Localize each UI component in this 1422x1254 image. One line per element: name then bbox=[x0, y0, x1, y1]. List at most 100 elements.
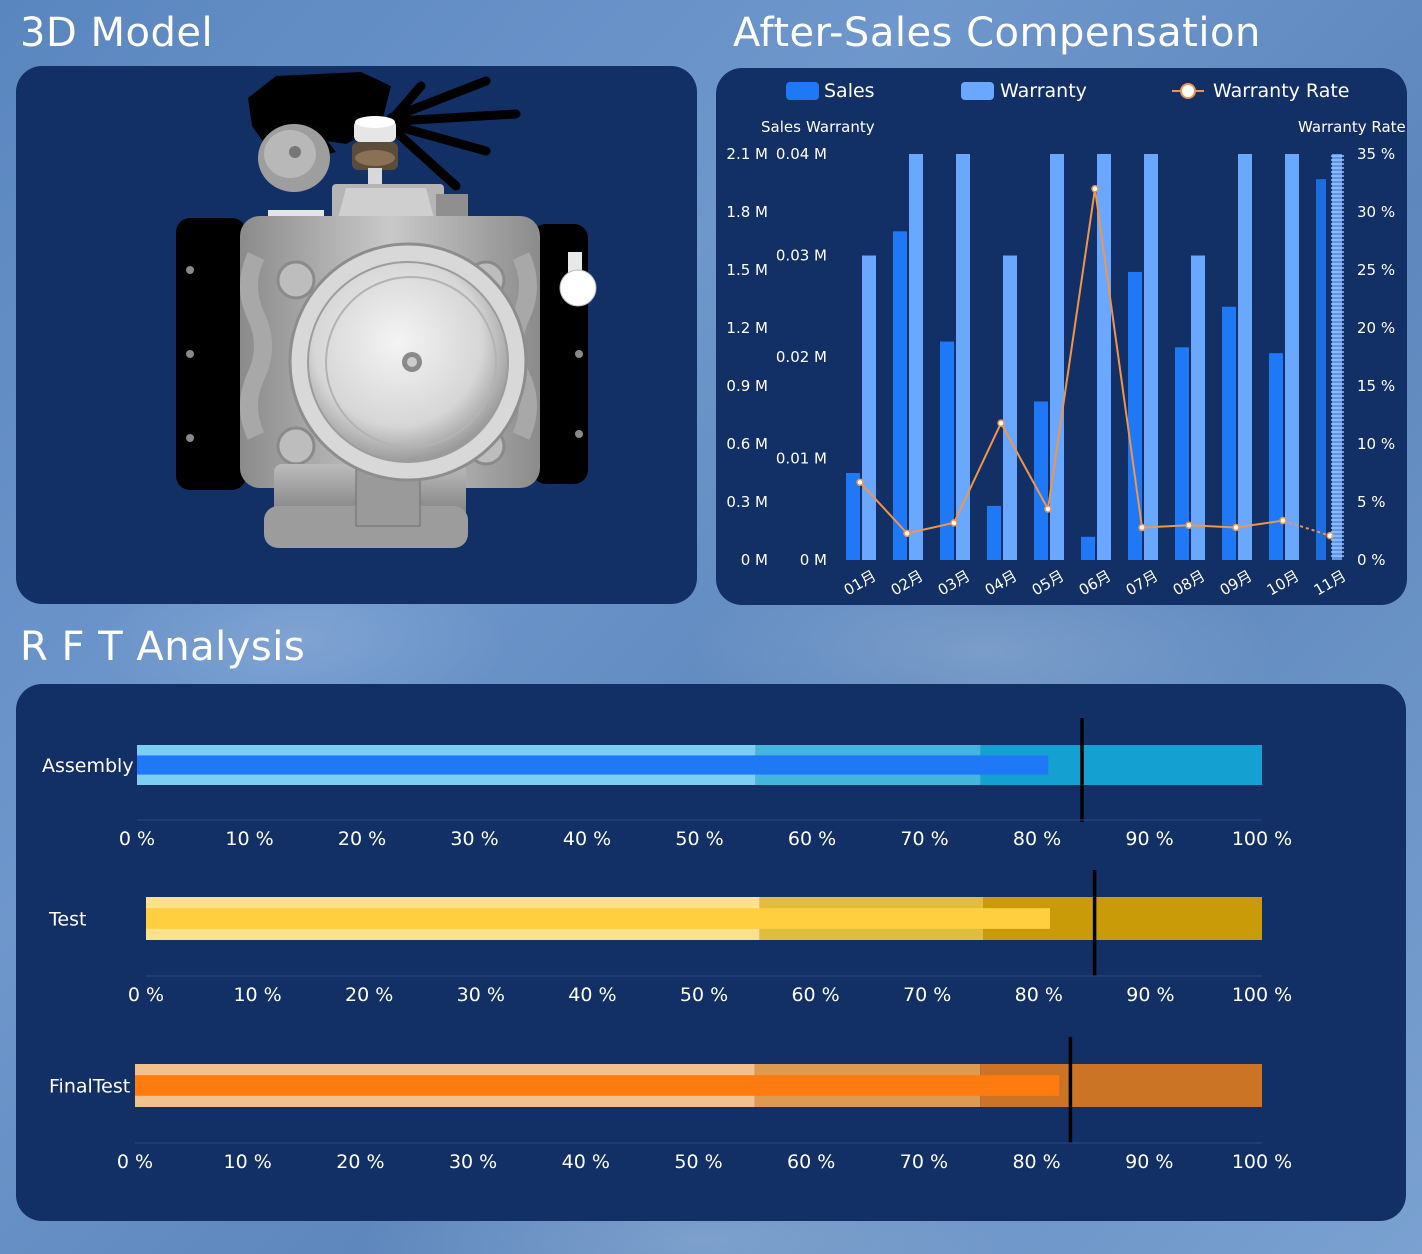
legend-item-rate[interactable]: Warranty Rate bbox=[1172, 80, 1350, 102]
x-axis-label: 04月 bbox=[982, 567, 1021, 600]
warranty-bar bbox=[1050, 154, 1064, 560]
bars bbox=[846, 154, 1342, 561]
rft-axis-tick: 80 % bbox=[1015, 984, 1063, 1006]
rate-point bbox=[1232, 523, 1240, 532]
rate-point bbox=[1138, 523, 1146, 532]
sales-bar bbox=[1269, 353, 1283, 560]
rft-bullet-chart: Assembly 0 % 10 % 20 % 30 % 40 % 50 % 60 % 70 % 8… bbox=[42, 718, 1292, 1173]
warranty-bar bbox=[1191, 255, 1205, 560]
rft-axis-tick: 10 % bbox=[233, 984, 281, 1006]
axis-title-warranty: Warranty bbox=[806, 118, 875, 136]
warranty-axis-tick: 0.03 M bbox=[776, 247, 827, 265]
model-panel[interactable] bbox=[16, 66, 697, 604]
rft-row-assembly[interactable]: Assembly 0 % 10 % 20 % 30 % 40 % 50 % 60 % 70 % 8… bbox=[42, 718, 1292, 850]
rft-axis-tick: 0 % bbox=[119, 828, 155, 850]
aftersales-chart: Sales Warranty Warranty Rate Sales Warra… bbox=[726, 80, 1405, 600]
rft-axis-tick: 90 % bbox=[1125, 828, 1173, 850]
x-axis-label: 06月 bbox=[1076, 567, 1115, 600]
warranty-bar bbox=[956, 154, 970, 560]
rate-line bbox=[856, 185, 1334, 540]
sales-bar bbox=[1222, 306, 1236, 560]
chart-scrollbar[interactable] bbox=[1331, 155, 1344, 557]
rft-axis-tick: 20 % bbox=[345, 984, 393, 1006]
warranty-axis-tick: 0.02 M bbox=[776, 348, 827, 366]
warranty-axis-tick: 0.01 M bbox=[776, 450, 827, 468]
rft-value-bar bbox=[137, 755, 1049, 775]
rft-axis-tick: 60 % bbox=[788, 828, 836, 850]
rate-axis-tick: 0 % bbox=[1357, 551, 1386, 569]
sales-axis-tick: 0 M bbox=[741, 551, 768, 569]
rate-point bbox=[856, 478, 864, 487]
legend-label-warranty: Warranty bbox=[1000, 80, 1087, 102]
rate-axis-tick: 20 % bbox=[1357, 319, 1395, 337]
rate-point bbox=[1044, 505, 1052, 513]
sales-axis-tick: 1.8 M bbox=[726, 203, 768, 221]
x-axis-label: 09月 bbox=[1217, 567, 1256, 600]
filter-cap bbox=[352, 116, 398, 188]
rft-axis-tick: 70 % bbox=[903, 984, 951, 1006]
rate-axis-tick: 25 % bbox=[1357, 261, 1395, 279]
rate-point bbox=[997, 419, 1005, 427]
warranty-axis-tick: 0.04 M bbox=[776, 145, 827, 163]
rate-polyline bbox=[859, 188, 1284, 535]
rft-row-finaltest[interactable]: FinalTest 0 % 10 % 20 % 30 % 40 % 50 % 60 % 70 %… bbox=[49, 1037, 1292, 1173]
legend: Sales Warranty Warranty Rate bbox=[786, 80, 1350, 102]
rate-point bbox=[1185, 521, 1193, 529]
sales-bar bbox=[1034, 401, 1048, 560]
rft-axis-tick: 60 % bbox=[791, 984, 839, 1006]
x-axis-label: 11月 bbox=[1311, 567, 1350, 600]
warranty-bar bbox=[1003, 255, 1017, 560]
rate-point bbox=[903, 529, 911, 538]
rft-axis-tick: 20 % bbox=[336, 1151, 384, 1173]
left-cover bbox=[176, 218, 246, 490]
air-tank bbox=[258, 124, 330, 192]
warranty-bar bbox=[1332, 154, 1342, 560]
rate-axis-tick: 5 % bbox=[1357, 493, 1386, 511]
rft-axis-tick: 30 % bbox=[457, 984, 505, 1006]
sales-axis-tick: 0.3 M bbox=[726, 493, 768, 511]
rft-axis-tick: 80 % bbox=[1012, 1151, 1060, 1173]
rate-axis-tick: 10 % bbox=[1357, 435, 1395, 453]
x-axis-label: 01月 bbox=[841, 567, 880, 600]
x-axis-label: 05月 bbox=[1029, 567, 1068, 600]
rft-axis-tick: 70 % bbox=[900, 828, 948, 850]
engine-3d-model[interactable] bbox=[16, 66, 697, 604]
x-axis-labels: 01月 02月 03月 04月 05月 06月 07月 08月 09月 10月 11月 bbox=[841, 567, 1350, 600]
sales-bar bbox=[893, 231, 907, 561]
sales-bar bbox=[846, 473, 860, 560]
aftersales-title: After-Sales Compensation bbox=[733, 10, 1261, 56]
legend-label-sales: Sales bbox=[824, 80, 875, 102]
rft-row-label: Assembly bbox=[42, 755, 134, 777]
x-axis-label: 07月 bbox=[1123, 567, 1162, 600]
rft-value-bar bbox=[146, 908, 1050, 929]
x-axis-label: 03月 bbox=[935, 567, 974, 600]
legend-item-sales[interactable]: Sales bbox=[786, 80, 875, 102]
rft-axis-tick: 50 % bbox=[680, 984, 728, 1006]
legend-swatch-warranty bbox=[961, 82, 994, 100]
rate-axis-tick: 15 % bbox=[1357, 377, 1395, 395]
aftersales-panel: Sales Warranty Warranty Rate Sales Warra… bbox=[716, 68, 1407, 605]
sales-bar bbox=[940, 341, 954, 560]
sales-axis-tick: 0.6 M bbox=[726, 435, 768, 453]
sales-axis-tick: 1.2 M bbox=[726, 319, 768, 337]
rft-axis-tick: 60 % bbox=[787, 1151, 835, 1173]
warranty-bar bbox=[862, 255, 876, 560]
rft-axis-tick: 0 % bbox=[128, 984, 164, 1006]
rft-axis-tick: 10 % bbox=[224, 1151, 272, 1173]
rft-row-label: FinalTest bbox=[49, 1076, 130, 1098]
rft-axis-tick: 30 % bbox=[449, 1151, 497, 1173]
legend-label-rate: Warranty Rate bbox=[1213, 80, 1350, 102]
warranty-axis-tick: 0 M bbox=[800, 551, 827, 569]
rft-axis-tick: 50 % bbox=[674, 1151, 722, 1173]
rft-row-label: Test bbox=[48, 909, 86, 931]
front-cover bbox=[288, 242, 528, 482]
sales-axis-tick: 0.9 M bbox=[726, 377, 768, 395]
rate-point bbox=[1279, 516, 1287, 525]
rate-axis-tick: 30 % bbox=[1357, 203, 1395, 221]
legend-item-warranty[interactable]: Warranty bbox=[961, 80, 1087, 102]
rft-axis-tick: 70 % bbox=[900, 1151, 948, 1173]
rft-axis-tick: 30 % bbox=[450, 828, 498, 850]
rft-row-test[interactable]: Test 0 % 10 % 20 % 30 % 40 % 50 % 60 % 70 % 80 % 9… bbox=[48, 870, 1292, 1006]
rft-axis-tick: 100 % bbox=[1232, 984, 1292, 1006]
rft-axis-tick: 40 % bbox=[562, 1151, 610, 1173]
